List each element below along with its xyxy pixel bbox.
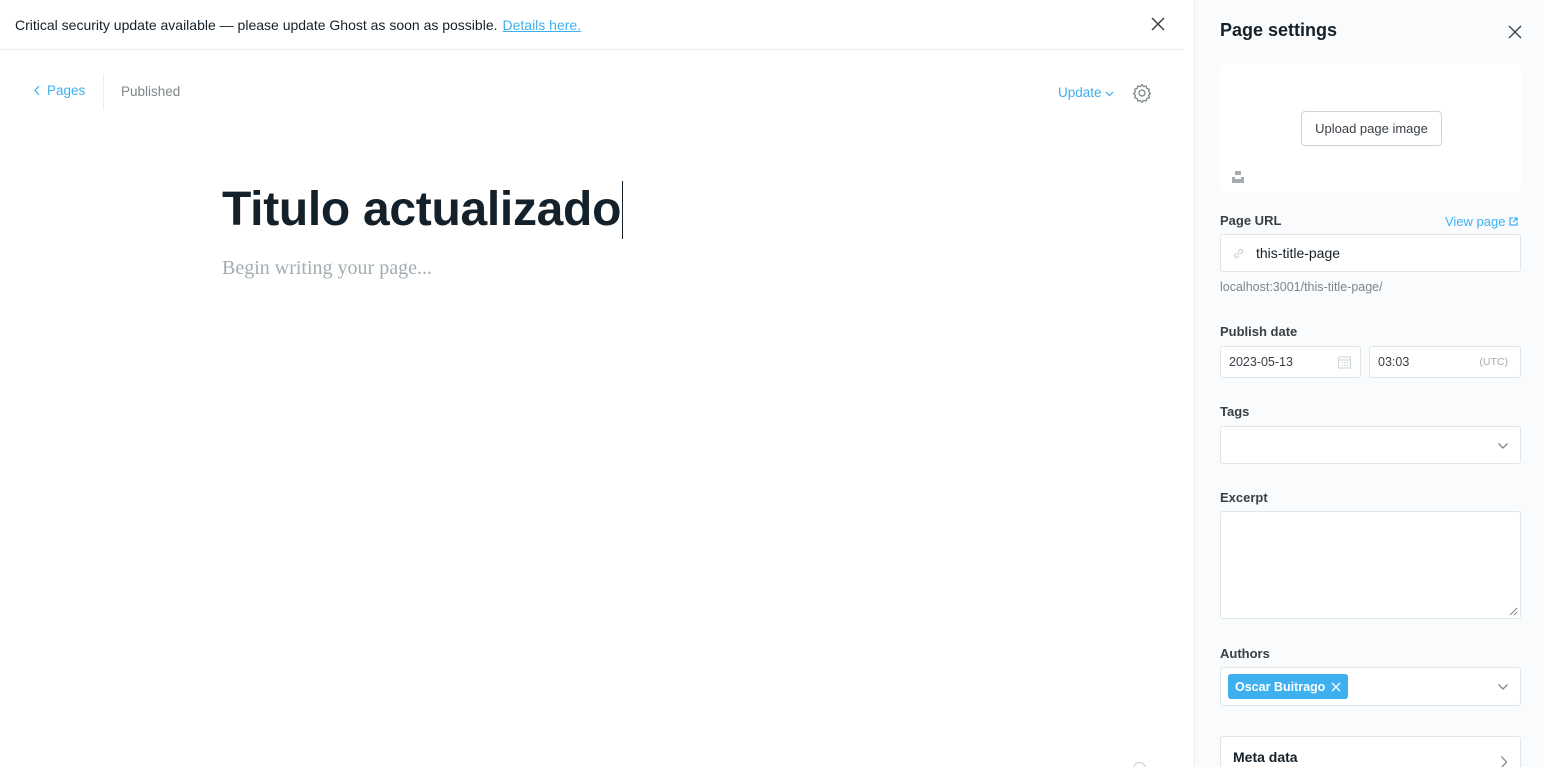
close-icon[interactable]: [1150, 16, 1166, 32]
back-to-pages-link[interactable]: Pages: [34, 83, 85, 98]
author-name: Oscar Buitrago: [1235, 679, 1326, 694]
publish-date-input[interactable]: 2023-05-13: [1220, 346, 1361, 378]
page-title-text: Titulo actualizado: [222, 183, 622, 236]
resize-handle-icon[interactable]: [1509, 607, 1518, 616]
upload-page-image-button[interactable]: Upload page image: [1301, 111, 1442, 146]
panel-title: Page settings: [1220, 20, 1338, 40]
security-alert-banner: Critical security update available — ple…: [0, 0, 1184, 50]
page-title-input[interactable]: Titulo actualizado: [222, 180, 624, 240]
chevron-right-icon: [1501, 756, 1508, 767]
gear-icon[interactable]: [1132, 83, 1152, 103]
publish-time-value: 03:03: [1378, 355, 1410, 369]
update-button-label: Update: [1058, 85, 1102, 100]
publish-date-value: 2023-05-13: [1229, 355, 1293, 369]
update-button[interactable]: Update: [1058, 85, 1114, 100]
page-url-value: this-title-page: [1256, 245, 1341, 261]
unsplash-icon[interactable]: [1231, 170, 1245, 184]
view-page-link[interactable]: View page: [1445, 214, 1519, 229]
page-url-input[interactable]: this-title-page: [1220, 234, 1521, 272]
chevron-down-icon: [1498, 684, 1508, 690]
tags-label: Tags: [1220, 404, 1250, 419]
timezone-label: (UTC): [1479, 356, 1508, 368]
page-image-dropzone: Upload page image: [1220, 63, 1521, 193]
meta-data-label: Meta data: [1233, 749, 1298, 765]
tags-select[interactable]: [1220, 426, 1521, 464]
view-page-label: View page: [1445, 214, 1506, 229]
remove-token-icon[interactable]: [1331, 682, 1341, 692]
chevron-down-icon: [1105, 91, 1113, 96]
chevron-down-icon: [1498, 443, 1508, 449]
header-divider: [103, 74, 104, 110]
back-link-label: Pages: [47, 83, 86, 98]
close-icon[interactable]: [1508, 25, 1522, 39]
page-body-editor[interactable]: Begin writing your page...: [222, 257, 432, 280]
editor-area: Critical security update available — ple…: [0, 0, 1194, 767]
alert-details-link[interactable]: Details here.: [503, 17, 582, 33]
external-link-icon: [1509, 217, 1519, 226]
page-url-label: Page URL: [1220, 213, 1282, 228]
editor-header: Pages Published Update: [0, 72, 1184, 112]
page-settings-panel: Page settings Upload page image Page URL…: [1194, 0, 1544, 767]
help-icon[interactable]: [1133, 762, 1146, 767]
link-icon: [1233, 248, 1244, 258]
chevron-left-icon: [34, 85, 40, 96]
alert-message: Critical security update available — ple…: [15, 16, 498, 33]
authors-select[interactable]: Oscar Buitrago: [1220, 667, 1521, 706]
excerpt-textarea[interactable]: [1220, 511, 1521, 619]
page-url-preview: localhost:3001/this-title-page/: [1220, 280, 1383, 294]
text-caret: [622, 181, 624, 239]
authors-label: Authors: [1220, 646, 1270, 661]
publish-time-input[interactable]: 03:03 (UTC): [1369, 346, 1521, 378]
excerpt-label: Excerpt: [1220, 490, 1268, 505]
meta-data-section[interactable]: Meta data: [1220, 736, 1521, 767]
publish-date-label: Publish date: [1220, 324, 1298, 339]
calendar-icon[interactable]: [1338, 355, 1351, 369]
author-token[interactable]: Oscar Buitrago: [1228, 674, 1349, 699]
page-status: Published: [121, 84, 181, 99]
